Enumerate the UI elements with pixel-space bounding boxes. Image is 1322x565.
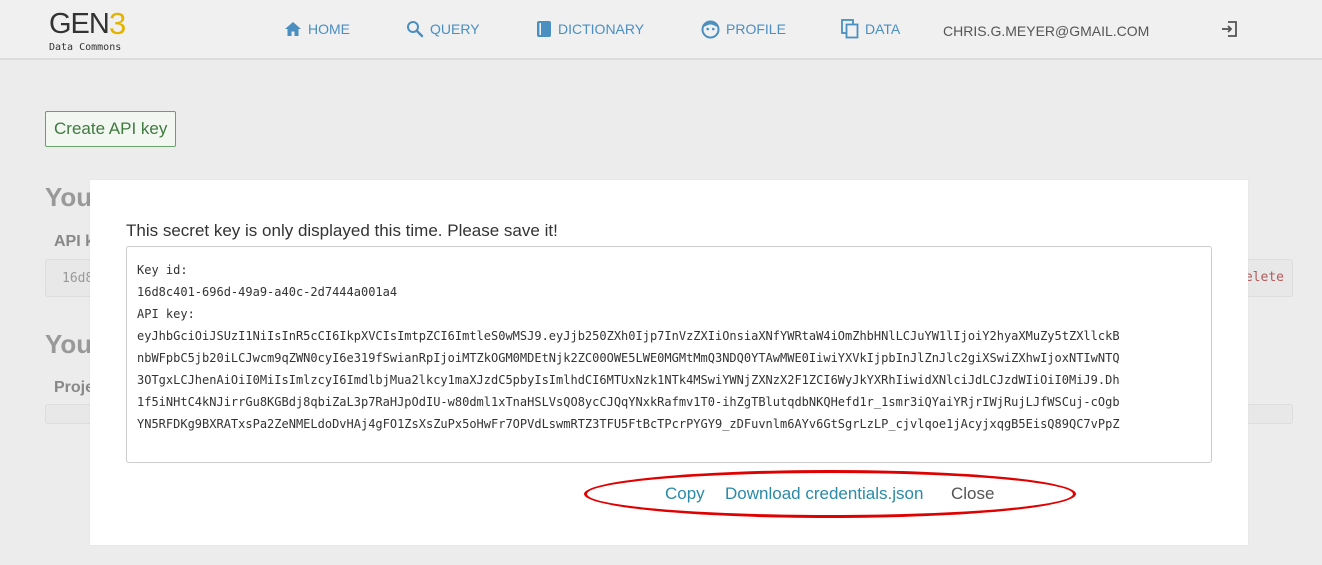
projects-table-header: Proje	[54, 379, 95, 396]
api-key-line: eyJhbGciOiJSUzI1NiIsInR5cCI6IkpXVCIsImtp…	[137, 329, 1120, 343]
nav-profile-label: PROFILE	[726, 21, 786, 37]
close-button[interactable]: Close	[951, 483, 994, 505]
nav-query[interactable]: QUERY	[406, 19, 480, 39]
top-navigation-bar: GEN 3 Data Commons HOME QUERY DICTIONARY…	[0, 0, 1322, 60]
user-email[interactable]: CHRIS.G.MEYER@GMAIL.COM	[943, 23, 1149, 39]
api-keys-heading: You	[45, 182, 93, 212]
nav-query-label: QUERY	[430, 21, 480, 37]
download-credentials-button[interactable]: Download credentials.json	[725, 483, 923, 505]
logo-number: 3	[109, 6, 127, 41]
api-key-line: YN5RFDKg9BXRATxsPa2ZeNMELdoDvHAj4gFO1ZsX…	[137, 417, 1120, 431]
nav-home[interactable]: HOME	[284, 19, 350, 39]
face-icon	[701, 20, 720, 38]
api-keys-table-header: API k	[54, 233, 95, 250]
logout-button[interactable]	[1220, 19, 1240, 44]
credentials-box: Key id: 16d8c401-696d-49a9-a40c-2d7444a0…	[126, 246, 1212, 463]
key-id-value: 16d8c401-696d-49a9-a40c-2d7444a001a4	[137, 285, 398, 299]
modal-actions: Copy Download credentials.json Close	[90, 483, 1248, 507]
api-key-line: 1f5iNHtC4kNJirrGu8KGBdj8qbiZaL3p7RaHJpOd…	[137, 395, 1120, 409]
nav-home-label: HOME	[308, 21, 350, 37]
nav-data[interactable]: DATA	[841, 19, 900, 39]
delete-key-button[interactable]: elete	[1245, 260, 1292, 296]
copy-button[interactable]: Copy	[665, 483, 705, 505]
key-id-label: Key id:	[137, 263, 188, 277]
book-icon	[537, 21, 551, 37]
nav-dictionary-label: DICTIONARY	[558, 21, 645, 37]
gen3-logo[interactable]: GEN 3 Data Commons	[49, 8, 149, 56]
nav-data-label: DATA	[865, 21, 901, 37]
logo-text: GEN	[49, 8, 110, 40]
api-key-line: nbWFpbC5jb20iLCJwcm9qZWN0cyI6e319fSwianR…	[137, 351, 1120, 365]
projects-heading: You	[45, 329, 93, 359]
home-icon	[285, 22, 301, 36]
modal-message: This secret key is only displayed this t…	[126, 221, 558, 240]
api-key-row-id: 16d8	[62, 271, 94, 286]
nav-profile[interactable]: PROFILE	[701, 19, 786, 39]
nav-dictionary[interactable]: DICTIONARY	[536, 19, 644, 39]
logout-icon	[1222, 21, 1237, 37]
copy-icon	[841, 19, 859, 39]
search-icon	[407, 21, 424, 38]
logo-subtitle: Data Commons	[49, 42, 122, 53]
api-key-modal: This secret key is only displayed this t…	[90, 180, 1248, 545]
create-api-key-button[interactable]: Create API key	[45, 111, 177, 147]
api-key-label: API key:	[137, 307, 195, 321]
api-key-line: 3OTgxLCJhenAiOiI0MiIsImlzcyI6ImdlbjMua2l…	[137, 373, 1120, 387]
